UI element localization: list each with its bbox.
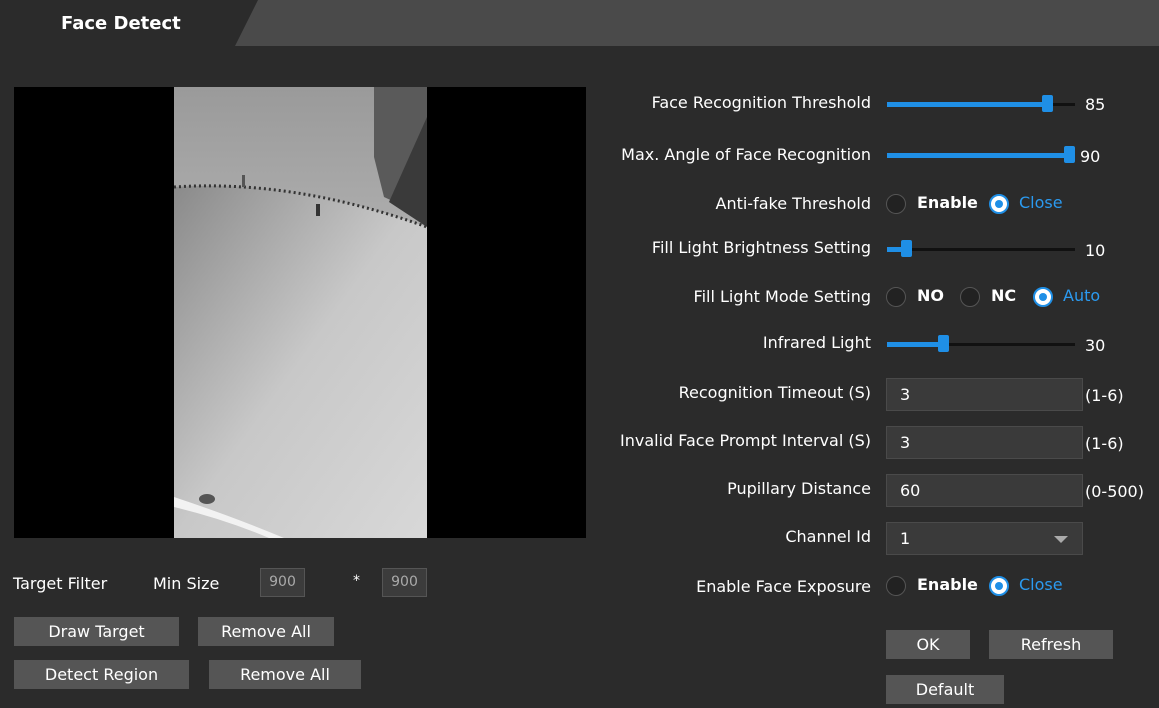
channel-id-select[interactable]: 1 [886, 522, 1083, 555]
max-angle-label: Max. Angle of Face Recognition [621, 145, 871, 164]
min-height-field[interactable]: 900 [382, 568, 427, 597]
invalid-face-prompt-label: Invalid Face Prompt Interval (S) [619, 431, 871, 450]
infrared-light-slider[interactable] [887, 335, 1075, 352]
size-separator: * [353, 573, 360, 589]
fill-light-mode-auto-label: Auto [1063, 286, 1101, 305]
anti-fake-enable-label: Enable [917, 193, 978, 212]
fill-light-brightness-value: 10 [1085, 241, 1106, 260]
recognition-timeout-input[interactable]: 3 [886, 378, 1083, 411]
min-size-label: Min Size [153, 574, 220, 593]
slider-thumb[interactable] [900, 240, 912, 257]
fill-light-mode-no-radio[interactable] [886, 287, 906, 307]
min-width-field[interactable]: 900 [260, 568, 305, 597]
detect-region-button[interactable]: Detect Region [14, 660, 189, 689]
face-exposure-enable-label: Enable [917, 575, 978, 594]
recognition-timeout-label: Recognition Timeout (S) [678, 383, 871, 402]
slider-fill [887, 102, 1047, 107]
face-exposure-label: Enable Face Exposure [696, 577, 871, 596]
channel-id-value: 1 [900, 529, 911, 548]
remove-all-target-button[interactable]: Remove All [198, 617, 334, 646]
fill-light-mode-nc-label: NC [991, 286, 1017, 305]
face-recognition-threshold-value: 85 [1085, 95, 1106, 114]
refresh-button[interactable]: Refresh [989, 630, 1113, 659]
chevron-down-icon [1054, 536, 1068, 543]
infrared-light-label: Infrared Light [762, 333, 871, 352]
channel-id-label: Channel Id [785, 527, 871, 546]
remove-all-region-button[interactable]: Remove All [209, 660, 361, 689]
fill-light-mode-label: Fill Light Mode Setting [693, 287, 871, 306]
face-exposure-close-radio[interactable] [989, 576, 1009, 596]
infrared-light-value: 30 [1085, 336, 1106, 355]
tab-label: Face Detect [61, 13, 181, 34]
camera-image [174, 87, 427, 538]
anti-fake-close-label: Close [1019, 193, 1063, 212]
max-angle-slider[interactable] [887, 146, 1075, 163]
slider-thumb[interactable] [1041, 95, 1053, 112]
slider-thumb[interactable] [1064, 146, 1075, 163]
draw-target-button[interactable]: Draw Target [14, 617, 179, 646]
fill-light-mode-auto-radio[interactable] [1033, 287, 1053, 307]
face-exposure-enable-radio[interactable] [886, 576, 906, 596]
invalid-face-prompt-range: (1-6) [1085, 434, 1124, 453]
ok-button[interactable]: OK [886, 630, 970, 659]
pupillary-distance-input[interactable]: 60 [886, 474, 1083, 507]
fill-light-brightness-slider[interactable] [887, 240, 1075, 257]
recognition-timeout-range: (1-6) [1085, 386, 1124, 405]
target-filter-label: Target Filter [13, 574, 108, 593]
slider-track [887, 248, 1075, 251]
slider-thumb[interactable] [938, 335, 950, 352]
anti-fake-enable-radio[interactable] [886, 194, 906, 214]
fill-light-brightness-label: Fill Light Brightness Setting [651, 238, 871, 257]
anti-fake-close-radio[interactable] [989, 194, 1009, 214]
face-exposure-close-label: Close [1019, 575, 1063, 594]
pupillary-distance-label: Pupillary Distance [727, 479, 871, 498]
max-angle-value: 90 [1080, 147, 1101, 166]
pupillary-distance-range: (0-500) [1085, 482, 1144, 501]
face-recognition-threshold-slider[interactable] [887, 95, 1075, 112]
fill-light-mode-nc-radio[interactable] [960, 287, 980, 307]
anti-fake-threshold-label: Anti-fake Threshold [715, 194, 872, 213]
camera-preview[interactable] [14, 87, 586, 538]
default-button[interactable]: Default [886, 675, 1004, 704]
slider-fill [887, 153, 1075, 158]
fill-light-mode-no-label: NO [917, 286, 944, 305]
face-recognition-threshold-label: Face Recognition Threshold [651, 93, 871, 112]
invalid-face-prompt-input[interactable]: 3 [886, 426, 1083, 459]
slider-fill [887, 342, 944, 347]
